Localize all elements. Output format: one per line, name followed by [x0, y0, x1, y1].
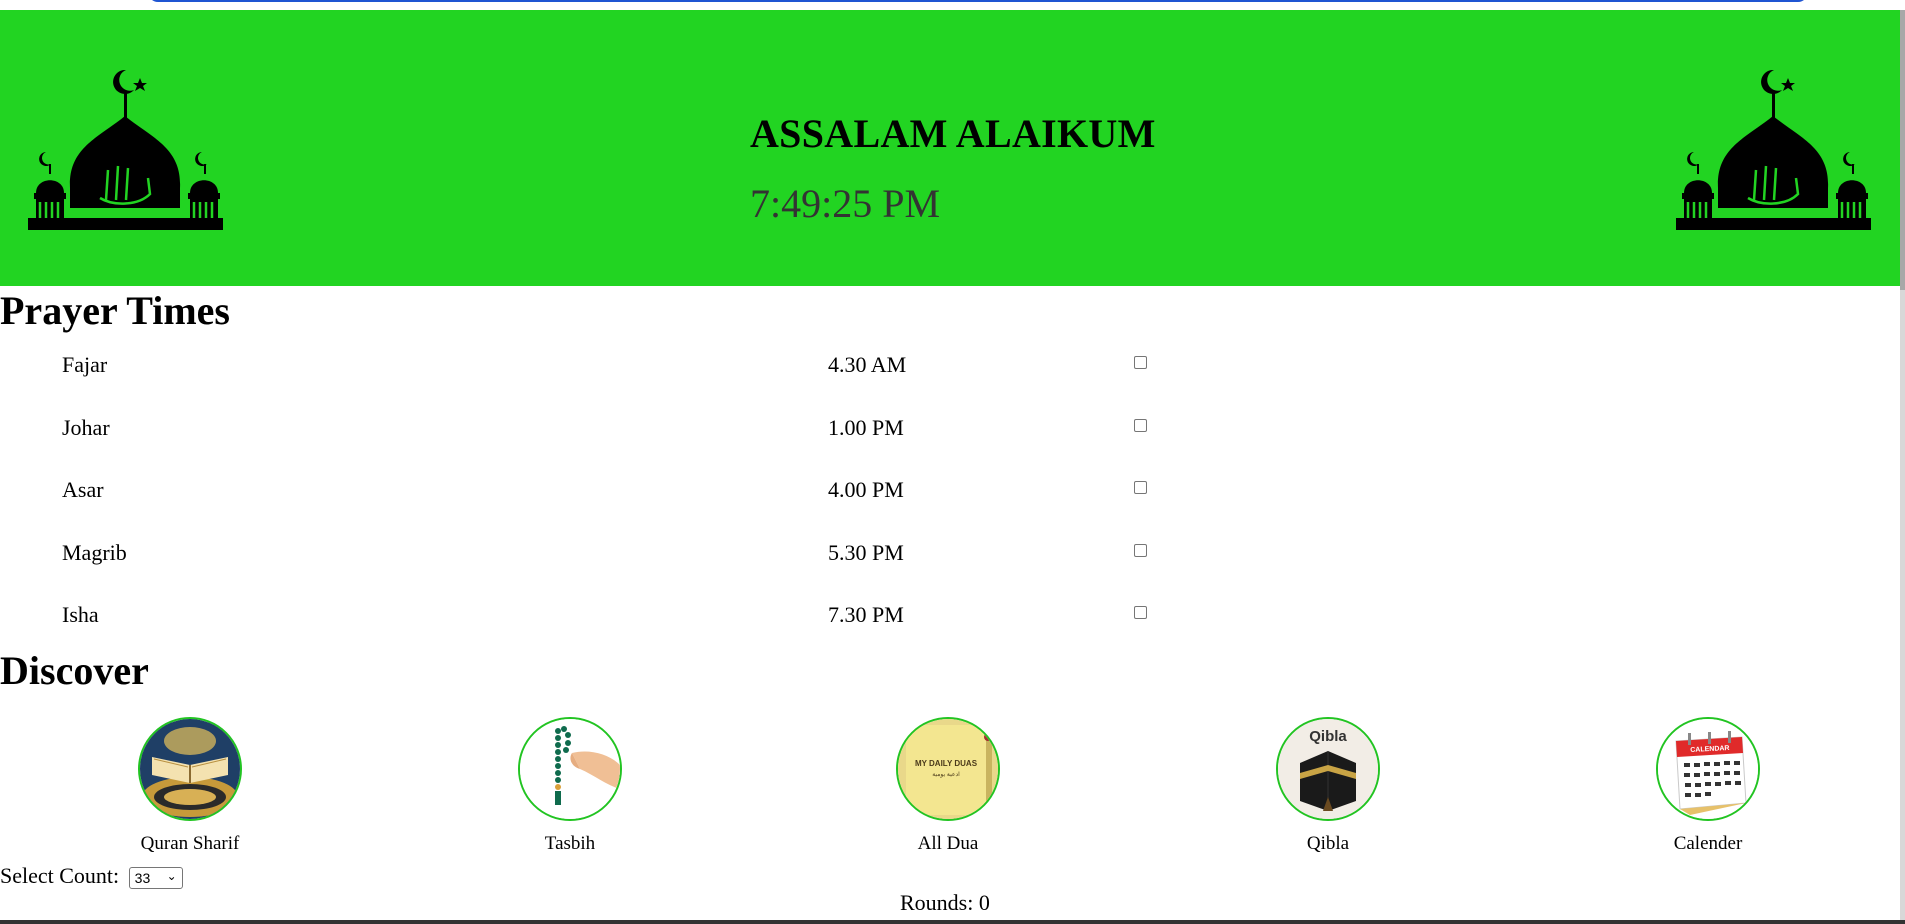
count-select-value: 33 — [134, 869, 151, 886]
prayer-done-checkbox[interactable] — [1134, 419, 1147, 432]
prayer-time: 4.00 PM — [828, 477, 904, 502]
qibla-image-text: Qibla — [1309, 728, 1347, 745]
discover-quran-sharif[interactable]: Quran Sharif — [90, 717, 290, 857]
prayer-time: 4.30 AM — [828, 352, 907, 377]
page-scrollbar[interactable] — [1900, 10, 1905, 920]
discover-label: All Dua — [917, 833, 979, 854]
discover-label: Quran Sharif — [140, 833, 240, 854]
live-clock: 7:49:25 PM — [750, 181, 941, 226]
prayer-done-checkbox[interactable] — [1134, 356, 1147, 369]
discover-label: Calender — [1673, 833, 1743, 854]
quran-icon[interactable] — [138, 717, 242, 821]
greeting-title: ASSALAM ALAIKUM — [750, 111, 1156, 156]
kaaba-icon[interactable]: Qibla — [1276, 717, 1380, 821]
prayer-times-heading: Prayer Times — [0, 288, 230, 333]
count-select[interactable]: 33 ⌄ — [128, 866, 183, 889]
dua-book-icon[interactable]: MY DAILY DUAS ادعية يومية — [896, 717, 1000, 821]
svg-text:ادعية يومية: ادعية يومية — [932, 771, 960, 778]
prayer-row: Isha 7.30 PM — [0, 594, 1200, 634]
prayer-done-checkbox[interactable] — [1134, 481, 1147, 494]
count-select-row: Select Count: 33 ⌄ — [0, 863, 183, 889]
prayer-time: 7.30 PM — [828, 602, 904, 627]
prayer-name: Johar — [62, 415, 110, 440]
mosque-icon — [1676, 69, 1871, 230]
prayer-done-checkbox[interactable] — [1134, 606, 1147, 619]
chevron-down-icon: ⌄ — [166, 868, 177, 883]
prayer-row: Magrib 5.30 PM — [0, 532, 1200, 572]
address-bar-edge — [148, 0, 1808, 2]
calendar-icon[interactable]: CALENDAR — [1656, 717, 1760, 821]
prayer-name: Asar — [62, 477, 104, 502]
header-banner: ASSALAM ALAIKUM 7:49:25 PM — [0, 10, 1900, 286]
discover-label: Qibla — [1306, 833, 1350, 854]
discover-qibla[interactable]: Qibla Qibla — [1228, 717, 1428, 857]
select-count-label: Select Count: — [0, 863, 120, 888]
tasbih-icon[interactable] — [518, 717, 622, 821]
prayer-time: 5.30 PM — [828, 540, 904, 565]
prayer-name: Fajar — [62, 352, 108, 377]
prayer-time: 1.00 PM — [828, 415, 904, 440]
prayer-row: Johar 1.00 PM — [0, 407, 1200, 447]
discover-all-dua[interactable]: MY DAILY DUAS ادعية يومية All Dua — [848, 717, 1048, 857]
scrollbar-thumb[interactable] — [1900, 10, 1905, 290]
discover-label: Tasbih — [544, 833, 596, 854]
svg-text:MY DAILY DUAS: MY DAILY DUAS — [915, 759, 978, 768]
discover-heading: Discover — [0, 648, 149, 693]
prayer-name: Magrib — [62, 540, 127, 565]
rounds-counter: Rounds: 0 — [900, 890, 990, 915]
prayer-name: Isha — [62, 602, 99, 627]
prayer-done-checkbox[interactable] — [1134, 544, 1147, 557]
page-bottom-edge — [0, 920, 1905, 924]
mosque-icon — [28, 69, 223, 230]
discover-calender[interactable]: CALENDAR Calender — [1608, 717, 1808, 857]
browser-top-strip — [0, 0, 1905, 10]
discover-tasbih[interactable]: Tasbih — [470, 717, 670, 857]
prayer-row: Asar 4.00 PM — [0, 469, 1200, 509]
prayer-row: Fajar 4.30 AM — [0, 344, 1200, 384]
